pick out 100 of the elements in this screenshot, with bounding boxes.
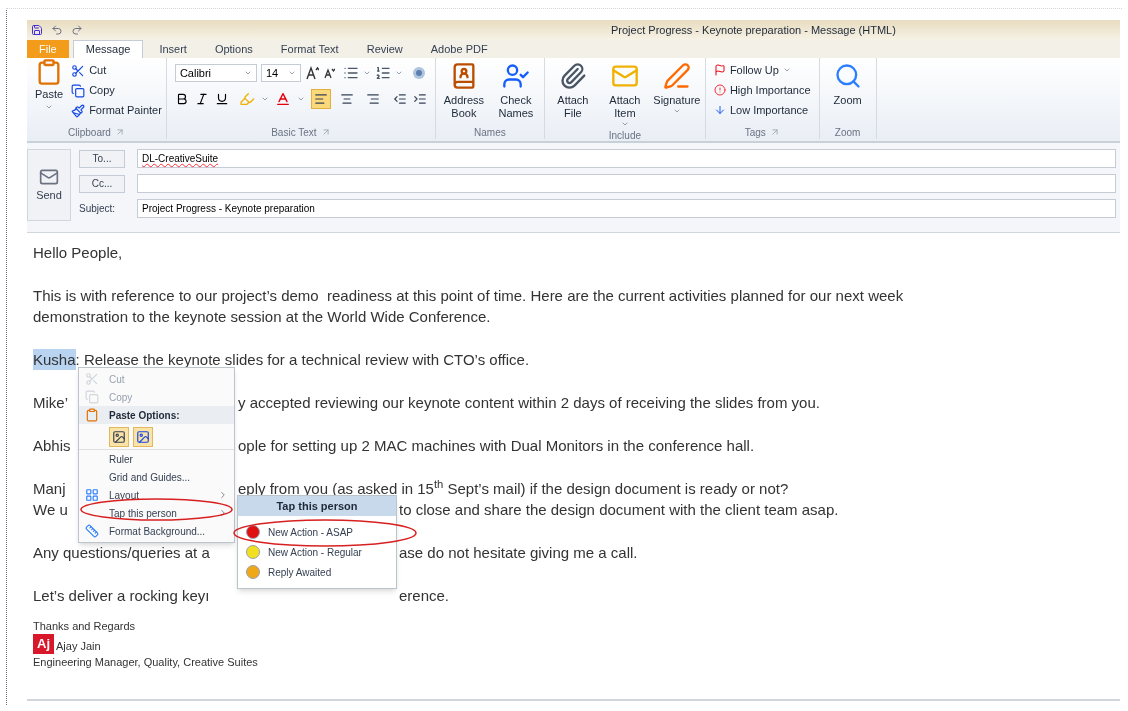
caret-icon xyxy=(287,69,296,77)
body-text: Any questions/queries at a xyxy=(33,544,210,561)
ribbon-tab[interactable]: Format Text xyxy=(268,40,351,58)
caret-icon xyxy=(243,69,252,77)
underline-icon[interactable] xyxy=(214,92,229,106)
check-names-icon xyxy=(501,62,530,90)
body-text: Abhis xyxy=(33,437,71,454)
tag-button[interactable]: Low Importance xyxy=(713,102,811,118)
scissors-icon xyxy=(71,63,86,78)
body-text: Let’s deliver a rocking keyı xyxy=(33,587,210,604)
italic-icon[interactable] xyxy=(194,92,209,106)
pen-icon xyxy=(662,62,691,90)
subject-label: Subject: xyxy=(79,202,117,216)
group-label: Include xyxy=(608,128,641,143)
ribbon-button[interactable]: Attach File xyxy=(548,62,597,128)
caret-icon xyxy=(394,69,403,77)
body-text: Manj xyxy=(33,480,66,497)
closing-text: Thanks and Regards xyxy=(33,619,137,634)
group-label: Zoom xyxy=(834,125,861,140)
save-icon[interactable] xyxy=(31,24,43,36)
body-text: ase do not hesitate giving me a call. xyxy=(399,543,638,563)
search-icon xyxy=(833,62,862,90)
font-name-field[interactable]: Calibri xyxy=(174,64,257,82)
grow-font-icon[interactable] xyxy=(304,66,319,80)
paintbrush-icon xyxy=(71,103,86,118)
paste-button[interactable]: Paste xyxy=(31,58,68,119)
body-text: ople for setting up 2 MAC machines with Dual Monitors in the conference hall. xyxy=(238,436,755,456)
shrink-font-icon[interactable] xyxy=(322,67,335,79)
ribbon-button[interactable]: Zoom xyxy=(823,62,872,107)
caret-icon xyxy=(260,95,269,103)
menu-item[interactable]: Layout xyxy=(79,486,234,504)
submenu-item[interactable]: Reply Awaited xyxy=(238,562,396,582)
layout-icon xyxy=(85,488,99,502)
down-arrow-icon xyxy=(713,104,726,116)
body-text: y accepted reviewing our keynote content within 2 days of receiving the slides from you. xyxy=(238,393,820,413)
ribbon-tab[interactable]: Message xyxy=(72,40,144,58)
align-right-icon xyxy=(365,92,380,106)
signature-name: Ajay Jain xyxy=(56,639,101,654)
font-color-icon[interactable] xyxy=(274,91,291,107)
ribbon-tab[interactable]: Adobe PDF xyxy=(418,40,500,58)
cc-button[interactable]: Cc... xyxy=(79,174,125,193)
body-text: This is with reference to our project’s demo readiness at this point of time. Here are the current activities planned for our next week xyxy=(33,286,905,306)
decrease-indent-icon[interactable] xyxy=(392,92,407,106)
signature-logo: Aj xyxy=(33,634,54,654)
redo-icon[interactable] xyxy=(71,24,83,36)
to-field[interactable]: DL-CreativeSuite xyxy=(137,149,1116,168)
cc-field[interactable] xyxy=(137,174,1116,193)
menu-header: Paste Options: xyxy=(109,408,180,423)
scissors-icon xyxy=(85,372,99,386)
ribbon-tab[interactable]: Review xyxy=(354,40,415,58)
menu-item[interactable]: Ruler xyxy=(79,450,234,468)
caret-icon xyxy=(362,69,371,77)
clipboard-button[interactable]: Cut xyxy=(71,62,162,79)
menu-item[interactable]: Grid and Guides... xyxy=(79,468,234,486)
align-left-icon xyxy=(313,92,328,106)
body-text: demonstration to the keynote session at the World Wide Conference. xyxy=(33,307,492,327)
clipboard-button[interactable]: Copy xyxy=(71,82,162,99)
clipboard-icon xyxy=(85,408,99,422)
body-text: We u xyxy=(33,501,68,518)
send-button[interactable]: Send xyxy=(27,149,71,221)
ribbon-button[interactable]: Signature xyxy=(652,62,701,128)
copy-icon xyxy=(85,390,99,404)
group-label: Tags xyxy=(744,125,766,140)
ribbon-button[interactable]: Attach Item xyxy=(600,62,649,128)
window-title: Project Progress - Keynote preparation - Message (HTML) xyxy=(611,22,896,38)
clipboard-button[interactable]: Format Painter xyxy=(71,102,162,119)
paperclip-icon xyxy=(558,62,587,90)
paste-picture-icon[interactable] xyxy=(133,426,153,447)
selected-text: Kusha xyxy=(33,349,76,370)
subject-field[interactable]: Project Progress - Keynote preparation xyxy=(137,199,1116,218)
ribbon-tab[interactable]: Insert xyxy=(147,40,199,58)
paste-picture-icon[interactable] xyxy=(109,426,129,447)
increase-indent-icon[interactable] xyxy=(412,92,427,106)
menu-item[interactable]: Format Background... xyxy=(79,522,234,540)
group-label: Clipboard xyxy=(68,125,111,140)
body-text: : Release the keynote slides for a technical review with CTO’s office. xyxy=(75,350,530,370)
body-text: erence. xyxy=(399,586,450,606)
undo-icon[interactable] xyxy=(51,24,63,36)
group-label: Basic Text xyxy=(271,125,317,140)
body-text: Mike’ xyxy=(33,394,68,411)
group-label: Names xyxy=(474,125,506,140)
to-button[interactable]: To... xyxy=(79,149,125,168)
body-text: Hello People, xyxy=(33,243,124,263)
align-center-icon xyxy=(339,92,354,106)
numbered-list-icon[interactable] xyxy=(374,65,391,81)
ribbon-button[interactable]: Check Names xyxy=(491,62,540,120)
exclamation-icon xyxy=(713,84,726,96)
submenu-item[interactable]: New Action - Regular xyxy=(238,542,396,562)
copy-icon xyxy=(71,83,86,98)
ribbon-button[interactable]: Address Book xyxy=(439,62,488,120)
tag-button[interactable]: Follow Up xyxy=(713,62,811,78)
caret-icon xyxy=(296,95,305,103)
font-size-field[interactable]: 14 xyxy=(260,64,301,82)
tag-button[interactable]: High Importance xyxy=(713,82,811,98)
flag-icon xyxy=(713,64,726,76)
align-button[interactable] xyxy=(310,89,331,109)
signature-title: Engineering Manager, Quality, Creative Suites xyxy=(33,655,259,670)
submenu-title: Tap this person xyxy=(238,496,396,516)
ribbon-tab[interactable]: Options xyxy=(202,40,265,58)
bullet-list-icon[interactable] xyxy=(342,65,359,81)
